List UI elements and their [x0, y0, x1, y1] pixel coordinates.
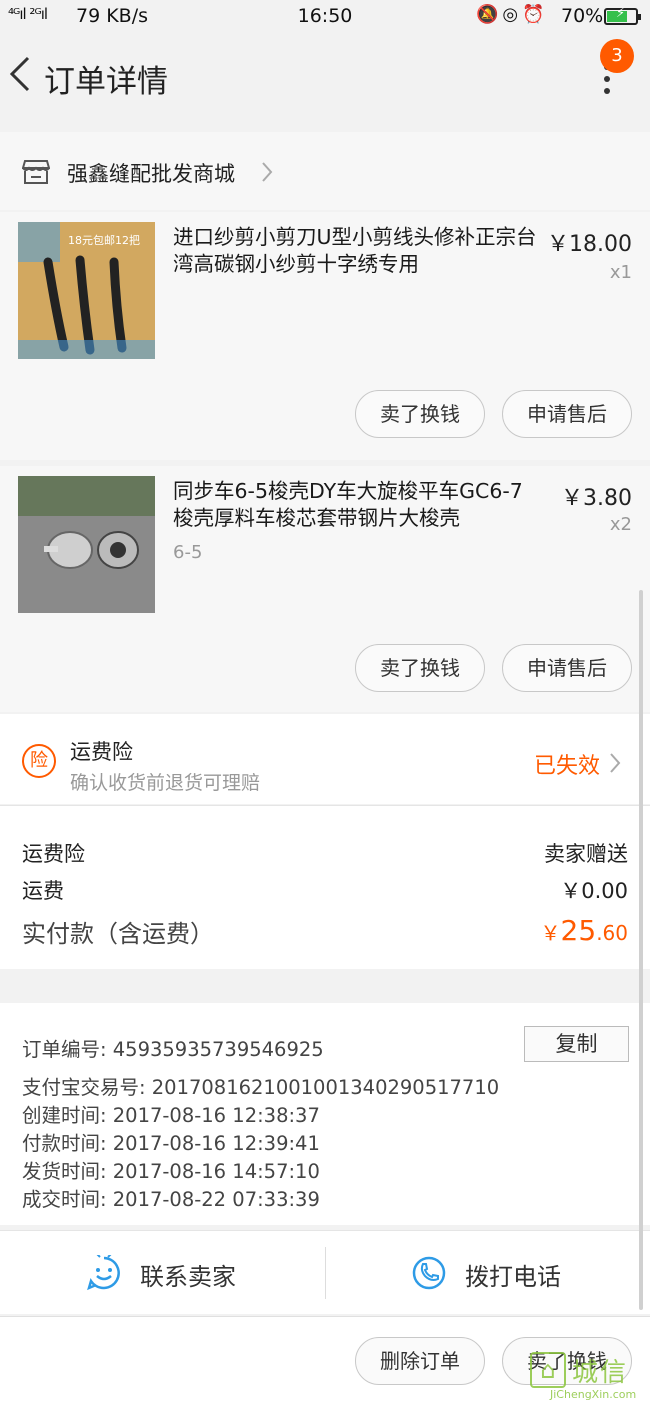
created-time: 创建时间: 2017-08-16 12:38:37: [22, 1104, 320, 1127]
order-info: 订单编号: 4593593573954692​5 复制 支付宝交易号: 2017…: [0, 1003, 650, 1225]
apply-after-sales-button[interactable]: 申请售后: [502, 390, 632, 438]
insurance-status: 已失效: [534, 754, 601, 779]
clock: 16:50: [297, 5, 353, 27]
contact-seller-label: 联系卖家: [140, 1263, 236, 1291]
insurance-subtitle: 确认收货前退货可理赔: [70, 772, 261, 794]
contact-row: 联系卖家 拨打电话: [0, 1230, 650, 1314]
notification-badge: 3: [600, 39, 634, 73]
chevron-right-icon: [610, 753, 621, 773]
battery-percentage: 70%: [561, 5, 604, 27]
order-item[interactable]: 同步车6-5梭壳DY车大旋梭平车GC6-7梭壳厚料车梭芯套带钢片大梭壳 ￥3.8…: [0, 466, 650, 712]
battery-icon: ⚡: [604, 6, 641, 25]
paid-time: 付款时间: 2017-08-16 12:39:41: [22, 1132, 320, 1155]
store-name: 强鑫缝配批发商城: [67, 162, 235, 186]
product-price: ￥18.00: [547, 232, 632, 257]
total-paid-value: ￥25.60: [541, 914, 628, 947]
thumbnail-caption: 18元包邮12把: [68, 234, 140, 247]
product-quantity: x1: [609, 262, 632, 283]
watermark-url: JiChengXin.com: [550, 1388, 637, 1401]
insurance-fee-value: 卖家赠送: [544, 842, 628, 866]
apply-after-sales-button[interactable]: 申请售后: [502, 644, 632, 692]
shipping-insurance-row[interactable]: 险 运费险 确认收货前退货可理赔 已失效: [0, 714, 650, 804]
product-title[interactable]: 进口纱剪小剪刀U型小剪线头修补正宗台湾高碳钢小纱剪十字绣专用: [173, 224, 541, 278]
watermark-text: 城信: [572, 1358, 629, 1388]
total-decimal: .60: [596, 921, 628, 945]
chevron-left-icon: [9, 56, 30, 92]
sell-for-cash-button[interactable]: 卖了换钱: [355, 644, 485, 692]
watermark-logo-icon: ⌂: [530, 1352, 566, 1388]
total-paid-label: 实付款（含运费）: [22, 920, 214, 948]
shipping-fee-value: ￥0.00: [560, 879, 628, 903]
bobbin-case-image: [18, 476, 155, 613]
product-thumbnail[interactable]: [18, 476, 155, 613]
status-icons: 🔕◎⏰: [476, 4, 549, 25]
call-label: 拨打电话: [465, 1263, 561, 1291]
insurance-fee-label: 运费险: [22, 842, 85, 866]
watermark: ⌂ 城信 JiChengXin.com: [530, 1352, 648, 1404]
copy-button[interactable]: 复制: [524, 1026, 629, 1062]
store-row[interactable]: 强鑫缝配批发商城: [0, 132, 650, 210]
order-number: 订单编号: 4593593573954692​5: [22, 1038, 324, 1061]
contact-seller-button[interactable]: 联系卖家: [0, 1231, 325, 1315]
order-item[interactable]: 18元包邮12把 进口纱剪小剪刀U型小剪线头修补正宗台湾高碳钢小纱剪十字绣专用 …: [0, 212, 650, 460]
call-button[interactable]: 拨打电话: [325, 1231, 650, 1315]
delete-order-button[interactable]: 删除订单: [355, 1337, 485, 1385]
back-button[interactable]: [6, 54, 36, 94]
charging-icon: ⚡: [616, 6, 626, 21]
completed-time: 成交时间: 2017-08-22 07:33:39: [22, 1188, 320, 1211]
nav-bar: 订单详情 3: [0, 34, 650, 120]
phone-icon: [412, 1256, 446, 1290]
chat-smile-icon: [87, 1255, 120, 1291]
shipping-fee-label: 运费: [22, 879, 64, 903]
fee-summary: 运费险 卖家赠送 运费 ￥0.00 实付款（含运费） ￥25.60: [0, 805, 650, 969]
page-title: 订单详情: [44, 64, 168, 100]
total-integer: 25: [560, 914, 597, 947]
scrollbar[interactable]: [639, 590, 643, 1310]
product-variant: 6-5: [173, 542, 203, 563]
insurance-icon: 险: [22, 744, 56, 778]
product-thumbnail[interactable]: 18元包邮12把: [18, 222, 155, 359]
total-currency: ￥: [540, 921, 561, 945]
product-title[interactable]: 同步车6-5梭壳DY车大旋梭平车GC6-7梭壳厚料车梭芯套带钢片大梭壳: [173, 478, 541, 532]
status-bar: ⁴ᴳıl ²ᴳıl 79 KB/s 16:50 🔕◎⏰ 70% ⚡: [0, 0, 650, 34]
sell-for-cash-button[interactable]: 卖了换钱: [355, 390, 485, 438]
insurance-title: 运费险: [70, 740, 133, 764]
store-icon: [22, 160, 50, 184]
product-price: ￥3.80: [561, 486, 632, 511]
shipped-time: 发货时间: 2017-08-16 14:57:10: [22, 1160, 320, 1183]
product-quantity: x2: [609, 514, 632, 535]
alipay-transaction-number: 支付宝交易号: 2017081621001001340290517710: [22, 1076, 500, 1099]
chevron-right-icon: [262, 162, 273, 182]
